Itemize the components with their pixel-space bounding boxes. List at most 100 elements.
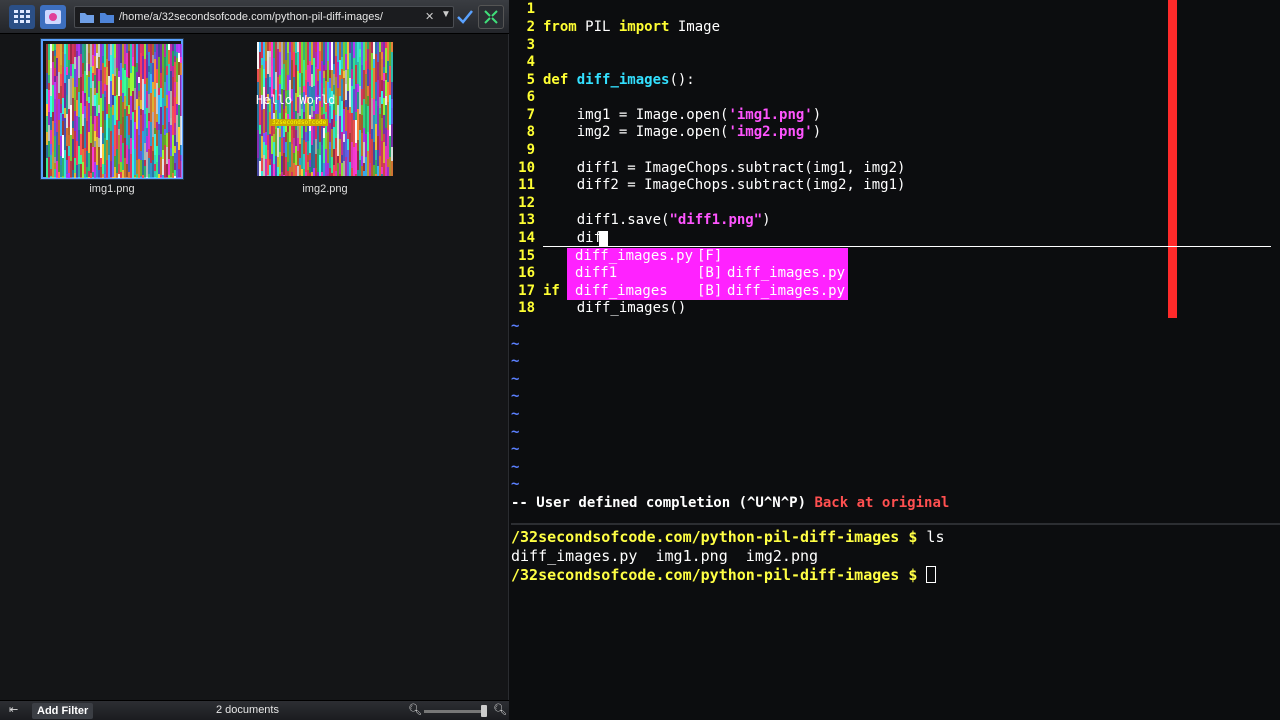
noise-stripe [122,117,124,143]
noise-stripe [108,128,110,155]
noise-stripe [293,77,295,86]
noise-stripe [108,44,110,61]
noise-stripe [64,108,66,118]
noise-stripe [118,121,120,129]
noise-stripe [52,152,54,178]
noise-stripe [295,42,297,53]
noise-stripe [138,44,140,64]
noise-stripe [327,174,329,176]
noise-stripe [176,82,178,104]
completion-item[interactable]: diff1 [B] diff_images.py [575,265,845,282]
noise-stripe [265,42,267,61]
zoom-slider-handle[interactable] [481,705,487,717]
file-grid: img1.png Hello World 32secondsofcode img… [0,35,509,699]
noise-stripe [132,140,134,161]
completion-item[interactable]: diff_images.py [F] [575,248,722,265]
noise-stripe [58,72,60,93]
noise-stripe [333,127,335,149]
file-item-img2[interactable]: Hello World 32secondsofcode img2.png [254,39,396,209]
noise-stripe [56,161,58,178]
vim-editor[interactable]: 1 2 3 4 5 6 7 8 9 10 11 12 13 14 15 16 1… [511,0,1280,525]
grid-view-button[interactable] [9,5,35,29]
noise-stripe [313,42,315,58]
noise-stripe [345,70,347,84]
noise-stripe [269,57,271,77]
terminal-cursor [926,566,937,583]
noise-stripe [50,96,52,117]
completion-popup[interactable]: diff_images.py [F] diff1 [B] diff_images.py… [567,248,848,300]
noise-stripe [335,138,337,148]
chevron-down-icon[interactable]: ▼ [441,9,451,20]
zoom-out-icon[interactable]: 🔍︎ [408,703,422,716]
noise-stripe [345,84,347,100]
terminal-pane[interactable]: /32secondsofcode.com/python-pil-diff-ima… [511,526,1280,720]
noise-stripe [66,128,68,146]
noise-stripe [80,54,82,77]
noise-stripe [102,133,104,144]
noise-stripe [106,85,108,114]
noise-stripe [50,144,52,155]
noise-stripe [146,128,148,136]
places-button[interactable] [40,5,66,29]
noise-stripe [170,44,172,71]
noise-stripe [98,105,100,113]
noise-stripe [178,62,180,75]
noise-stripe [54,68,56,76]
noise-stripe [303,140,305,154]
noise-stripe [265,159,267,176]
noise-stripe [100,44,102,70]
clear-icon[interactable]: ✕ [425,10,434,23]
noise-stripe [96,44,98,53]
noise-stripe [319,126,321,142]
noise-stripe [86,75,88,101]
file-item-img1[interactable]: img1.png [41,39,183,209]
noise-stripe [72,44,74,64]
noise-stripe [128,44,130,51]
noise-stripe [375,174,377,176]
noise-stripe [66,160,68,174]
checkmark-icon [457,10,473,24]
sidebar-toggle-icon[interactable]: ⇤ [9,703,18,716]
noise-stripe [347,110,349,139]
noise-stripe [333,149,335,165]
noise-stripe [335,56,337,77]
noise-stripe [295,130,297,146]
noise-stripe [178,127,180,150]
zoom-slider[interactable] [424,710,484,713]
noise-stripe [154,128,156,134]
noise-stripe [174,123,176,135]
noise-stripe [144,143,146,160]
zoom-in-icon[interactable]: 🔍︎ [493,703,507,716]
noise-stripe [307,65,309,82]
noise-stripe [331,70,333,91]
noise-stripe [375,82,377,101]
noise-stripe [363,128,365,142]
noise-stripe [140,115,142,143]
noise-stripe [285,42,287,60]
shell-prompt: /32secondsofcode.com/python-pil-diff-ima… [511,566,927,584]
noise-stripe [293,42,295,52]
completion-item[interactable]: diff_images [B] diff_images.py [575,283,845,300]
noise-stripe [102,164,104,174]
location-bar[interactable]: /home/a/32secondsofcode.com/python-pil-d… [74,6,454,28]
noise-stripe [94,44,96,56]
noise-stripe [309,131,311,153]
noise-stripe [289,42,291,52]
noise-stripe [152,44,154,55]
confirm-button[interactable] [452,5,478,29]
noise-stripe [124,158,126,178]
noise-stripe [142,131,144,160]
noise-stripe [162,98,164,125]
noise-stripe [46,132,48,145]
noise-stripe [132,57,134,66]
noise-stripe [60,74,62,86]
noise-stripe [339,155,341,163]
noise-stripe [339,163,341,174]
noise-stripe [160,44,162,73]
noise-stripe [271,136,273,154]
noise-stripe [341,155,343,163]
noise-stripe [104,97,106,120]
maximize-button[interactable] [478,5,504,29]
noise-stripe [164,135,166,145]
add-filter-button[interactable]: Add Filter [32,703,94,719]
